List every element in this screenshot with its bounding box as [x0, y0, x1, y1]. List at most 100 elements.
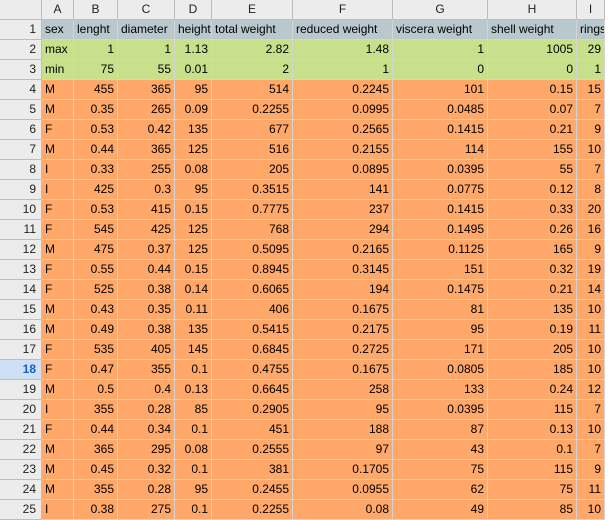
cell-c18[interactable]: 355 [118, 360, 175, 380]
cell-g12[interactable]: 0.1125 [393, 240, 488, 260]
cell-b24[interactable]: 355 [74, 480, 118, 500]
cell-e1[interactable]: total weight [212, 20, 293, 40]
cell-d4[interactable]: 95 [175, 80, 212, 100]
row-header-20[interactable]: 20 [0, 400, 42, 420]
cell-a21[interactable]: F [42, 420, 74, 440]
cell-c14[interactable]: 0.38 [118, 280, 175, 300]
cell-a4[interactable]: M [42, 80, 74, 100]
cell-e5[interactable]: 0.2255 [212, 100, 293, 120]
cell-h14[interactable]: 0.21 [488, 280, 577, 300]
cell-b15[interactable]: 0.43 [74, 300, 118, 320]
cell-h20[interactable]: 115 [488, 400, 577, 420]
row-header-14[interactable]: 14 [0, 280, 42, 300]
cell-g11[interactable]: 0.1495 [393, 220, 488, 240]
row-header-13[interactable]: 13 [0, 260, 42, 280]
cell-c4[interactable]: 365 [118, 80, 175, 100]
cell-a3[interactable]: min [42, 60, 74, 80]
cell-a18[interactable]: F [42, 360, 74, 380]
cell-h23[interactable]: 115 [488, 460, 577, 480]
cell-f2[interactable]: 1.48 [293, 40, 393, 60]
row-header-9[interactable]: 9 [0, 180, 42, 200]
cell-i15[interactable]: 10 [577, 300, 605, 320]
cell-d22[interactable]: 0.08 [175, 440, 212, 460]
row-header-11[interactable]: 11 [0, 220, 42, 240]
cell-i25[interactable]: 10 [577, 500, 605, 520]
cell-i4[interactable]: 15 [577, 80, 605, 100]
cell-e13[interactable]: 0.8945 [212, 260, 293, 280]
cell-d11[interactable]: 125 [175, 220, 212, 240]
cell-c24[interactable]: 0.28 [118, 480, 175, 500]
column-header-f[interactable]: F [293, 0, 393, 20]
cell-i21[interactable]: 10 [577, 420, 605, 440]
cell-b22[interactable]: 365 [74, 440, 118, 460]
cell-c21[interactable]: 0.34 [118, 420, 175, 440]
cell-g22[interactable]: 43 [393, 440, 488, 460]
cell-d18[interactable]: 0.1 [175, 360, 212, 380]
column-header-b[interactable]: B [74, 0, 118, 20]
cell-c22[interactable]: 295 [118, 440, 175, 460]
cell-i1[interactable]: rings [577, 20, 605, 40]
cell-f13[interactable]: 0.3145 [293, 260, 393, 280]
cell-h10[interactable]: 0.33 [488, 200, 577, 220]
cell-d8[interactable]: 0.08 [175, 160, 212, 180]
cell-e21[interactable]: 451 [212, 420, 293, 440]
cell-a13[interactable]: F [42, 260, 74, 280]
cell-g24[interactable]: 62 [393, 480, 488, 500]
cell-d20[interactable]: 85 [175, 400, 212, 420]
cell-a14[interactable]: F [42, 280, 74, 300]
cell-f9[interactable]: 141 [293, 180, 393, 200]
cell-b7[interactable]: 0.44 [74, 140, 118, 160]
cell-a5[interactable]: M [42, 100, 74, 120]
cell-f10[interactable]: 237 [293, 200, 393, 220]
cell-i6[interactable]: 9 [577, 120, 605, 140]
cell-d25[interactable]: 0.1 [175, 500, 212, 520]
cell-h17[interactable]: 205 [488, 340, 577, 360]
cell-e23[interactable]: 381 [212, 460, 293, 480]
cell-i19[interactable]: 12 [577, 380, 605, 400]
column-header-a[interactable]: A [42, 0, 74, 20]
cell-a7[interactable]: M [42, 140, 74, 160]
cell-a23[interactable]: M [42, 460, 74, 480]
cell-f8[interactable]: 0.0895 [293, 160, 393, 180]
cell-c8[interactable]: 255 [118, 160, 175, 180]
cell-a25[interactable]: I [42, 500, 74, 520]
cell-h6[interactable]: 0.21 [488, 120, 577, 140]
column-header-h[interactable]: H [488, 0, 577, 20]
cell-a8[interactable]: I [42, 160, 74, 180]
row-header-18[interactable]: 18 [0, 360, 42, 380]
cell-b18[interactable]: 0.47 [74, 360, 118, 380]
cell-g15[interactable]: 81 [393, 300, 488, 320]
cell-e11[interactable]: 768 [212, 220, 293, 240]
row-header-6[interactable]: 6 [0, 120, 42, 140]
cell-d3[interactable]: 0.01 [175, 60, 212, 80]
cell-e10[interactable]: 0.7775 [212, 200, 293, 220]
cell-d1[interactable]: height [175, 20, 212, 40]
cell-h2[interactable]: 1005 [488, 40, 577, 60]
cell-b21[interactable]: 0.44 [74, 420, 118, 440]
cell-c7[interactable]: 365 [118, 140, 175, 160]
cell-g9[interactable]: 0.0775 [393, 180, 488, 200]
cell-f1[interactable]: reduced weight [293, 20, 393, 40]
row-header-21[interactable]: 21 [0, 420, 42, 440]
select-all-corner[interactable] [0, 0, 42, 20]
cell-i11[interactable]: 16 [577, 220, 605, 240]
cell-b9[interactable]: 425 [74, 180, 118, 200]
row-header-5[interactable]: 5 [0, 100, 42, 120]
cell-e2[interactable]: 2.82 [212, 40, 293, 60]
cell-g10[interactable]: 0.1415 [393, 200, 488, 220]
row-header-19[interactable]: 19 [0, 380, 42, 400]
cell-h1[interactable]: shell weight [488, 20, 577, 40]
cell-d14[interactable]: 0.14 [175, 280, 212, 300]
row-header-2[interactable]: 2 [0, 40, 42, 60]
cell-g1[interactable]: viscera weight [393, 20, 488, 40]
cell-i3[interactable]: 1 [577, 60, 605, 80]
cell-e25[interactable]: 0.2255 [212, 500, 293, 520]
cell-g5[interactable]: 0.0485 [393, 100, 488, 120]
cell-b23[interactable]: 0.45 [74, 460, 118, 480]
column-header-d[interactable]: D [175, 0, 212, 20]
column-header-g[interactable]: G [393, 0, 488, 20]
cell-e8[interactable]: 205 [212, 160, 293, 180]
cell-f12[interactable]: 0.2165 [293, 240, 393, 260]
cell-e7[interactable]: 516 [212, 140, 293, 160]
cell-c1[interactable]: diameter [118, 20, 175, 40]
